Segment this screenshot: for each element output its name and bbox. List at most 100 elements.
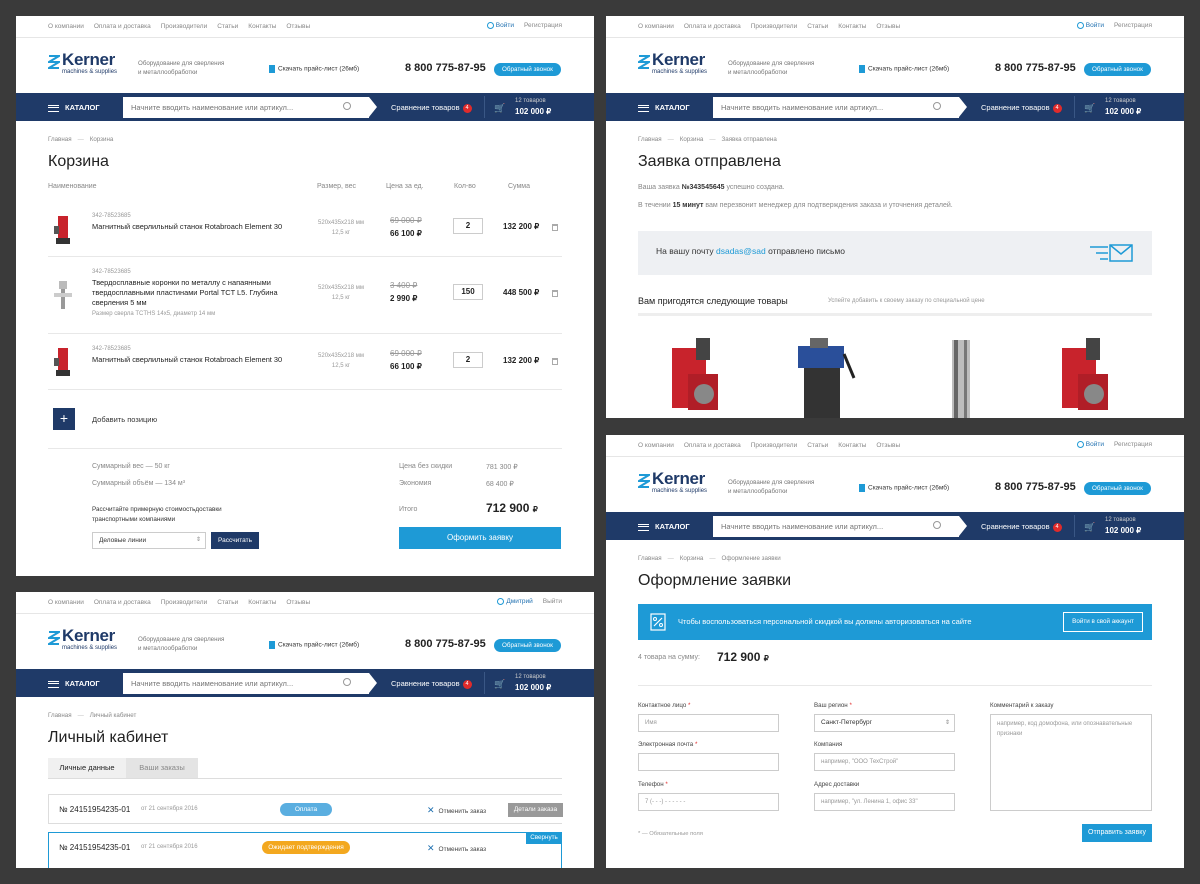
tab-orders[interactable]: Ваши заказы — [126, 758, 198, 778]
price-list-label[interactable]: Скачать прайс-лист (26мб) — [278, 642, 359, 649]
callback-button[interactable]: Обратный звонок — [1084, 63, 1151, 76]
email-link[interactable]: dsadas@sad — [716, 246, 766, 256]
collapse-button[interactable]: Свернуть — [526, 832, 562, 844]
delete-icon[interactable] — [552, 290, 558, 297]
cancel-label[interactable]: Отменить заказ — [439, 846, 487, 853]
compare-label[interactable]: Сравнение товаров — [981, 103, 1050, 112]
catalog-button[interactable]: КАТАЛОГ — [638, 103, 690, 112]
checkout-button[interactable]: Оформить заявку — [399, 527, 561, 549]
crumb-home[interactable]: Главная — [638, 136, 662, 143]
order-details-button[interactable]: Детали заказа — [508, 803, 563, 817]
top-link[interactable]: Контакты — [248, 23, 276, 30]
add-position-label[interactable]: Добавить позицию — [92, 415, 157, 424]
top-link[interactable]: О компании — [638, 23, 674, 30]
user-name[interactable]: Дмитрий — [506, 598, 532, 605]
callback-button[interactable]: Обратный звонок — [494, 63, 561, 76]
top-link[interactable]: О компании — [48, 23, 84, 30]
price-list-link[interactable]: Скачать прайс-лист (26мб) — [859, 65, 949, 73]
crumb-cart[interactable]: Корзина — [680, 555, 704, 562]
price-list-link[interactable]: Скачать прайс-лист (26мб) — [269, 641, 359, 649]
search-input[interactable] — [123, 673, 369, 694]
submit-order-button[interactable]: Отправить заявку — [1082, 824, 1152, 842]
quantity-input[interactable]: 150 — [453, 284, 483, 300]
search-icon[interactable] — [933, 102, 941, 110]
cancel-order-link[interactable]: ✕ Отменить заказ — [427, 805, 486, 816]
price-list-label[interactable]: Скачать прайс-лист (26мб) — [868, 66, 949, 73]
phone[interactable]: 8 800 775-87-95 — [995, 481, 1076, 493]
address-input[interactable]: например, "ул. Ленина 1, офис 33" — [814, 793, 955, 811]
calculate-button[interactable]: Рассчитать — [211, 532, 259, 549]
carrier-select[interactable]: Деловые линии ⇕ — [92, 532, 206, 549]
register-link[interactable]: Регистрация — [524, 22, 562, 29]
top-link[interactable]: Производители — [751, 23, 798, 30]
search-icon[interactable] — [343, 102, 351, 110]
top-link[interactable]: Производители — [751, 442, 798, 449]
top-link[interactable]: Производители — [161, 23, 208, 30]
price-list-link[interactable]: Скачать прайс-лист (26мб) — [859, 484, 949, 492]
user-link[interactable]: Дмитрий — [497, 598, 533, 605]
cart-widget[interactable]: 🛒 12 товаров 102 000 ₽ — [1074, 96, 1141, 118]
logout-link[interactable]: Выйти — [543, 598, 562, 605]
top-link[interactable]: Статьи — [807, 442, 828, 449]
top-link[interactable]: Статьи — [217, 23, 238, 30]
delete-icon[interactable] — [552, 224, 558, 231]
cart-widget[interactable]: 🛒 12 товаров 102 000 ₽ — [484, 672, 551, 694]
phone[interactable]: 8 800 775-87-95 — [405, 638, 486, 650]
price-list-link[interactable]: Скачать прайс-лист (26мб) — [269, 65, 359, 73]
login-label[interactable]: Войти — [1086, 22, 1104, 29]
region-select[interactable]: Санкт-Петербург ⇕ — [814, 714, 955, 732]
top-link[interactable]: Производители — [161, 599, 208, 606]
callback-button[interactable]: Обратный звонок — [1084, 482, 1151, 495]
product-name[interactable]: Твердосплавные коронки по металлу с напа… — [92, 278, 292, 308]
top-link[interactable]: Контакты — [838, 442, 866, 449]
top-link[interactable]: О компании — [638, 442, 674, 449]
catalog-label[interactable]: КАТАЛОГ — [65, 679, 100, 688]
top-link[interactable]: Оплата и доставка — [684, 23, 741, 30]
quantity-input[interactable]: 2 — [453, 218, 483, 234]
order-number[interactable]: № 24151954235-01 — [59, 843, 130, 852]
compare-label[interactable]: Сравнение товаров — [391, 103, 460, 112]
login-link[interactable]: Войти — [1076, 22, 1104, 29]
top-link[interactable]: Отзывы — [286, 599, 310, 606]
compare-link[interactable]: Сравнение товаров 4 — [391, 679, 472, 689]
top-link[interactable]: Оплата и доставка — [94, 599, 151, 606]
top-link[interactable]: Статьи — [807, 23, 828, 30]
search-icon[interactable] — [933, 521, 941, 529]
top-link[interactable]: Отзывы — [876, 442, 900, 449]
top-link[interactable]: Оплата и доставка — [94, 23, 151, 30]
product-card-image[interactable] — [788, 334, 868, 418]
crumb-cart[interactable]: Корзина — [680, 136, 704, 143]
product-card-image[interactable] — [658, 334, 738, 418]
top-link[interactable]: Контакты — [248, 599, 276, 606]
top-link[interactable]: Контакты — [838, 23, 866, 30]
login-link[interactable]: Войти — [1076, 441, 1104, 448]
catalog-label[interactable]: КАТАЛОГ — [655, 103, 690, 112]
contact-input[interactable]: Имя — [638, 714, 779, 732]
crumb-home[interactable]: Главная — [48, 712, 72, 719]
phone-input[interactable]: 7 (- - -) - - - - - - — [638, 793, 779, 811]
compare-label[interactable]: Сравнение товаров — [981, 522, 1050, 531]
price-list-label[interactable]: Скачать прайс-лист (26мб) — [868, 485, 949, 492]
top-link[interactable]: Оплата и доставка — [684, 442, 741, 449]
order-number[interactable]: № 24151954235-01 — [59, 805, 130, 814]
email-input[interactable] — [638, 753, 779, 771]
register-link[interactable]: Регистрация — [1114, 22, 1152, 29]
compare-link[interactable]: Сравнение товаров 4 — [981, 522, 1062, 532]
delete-icon[interactable] — [552, 358, 558, 365]
phone[interactable]: 8 800 775-87-95 — [405, 62, 486, 74]
company-input[interactable]: например, "ООО ТехСтрой" — [814, 753, 955, 771]
catalog-label[interactable]: КАТАЛОГ — [655, 522, 690, 531]
top-link[interactable]: Отзывы — [286, 23, 310, 30]
product-image[interactable] — [50, 344, 76, 378]
add-position-button[interactable]: + — [53, 408, 75, 430]
compare-link[interactable]: Сравнение товаров 4 — [981, 103, 1062, 113]
phone[interactable]: 8 800 775-87-95 — [995, 62, 1076, 74]
product-image[interactable] — [50, 212, 76, 246]
login-account-button[interactable]: Войти в свой аккаунт — [1063, 612, 1143, 632]
cancel-order-link[interactable]: ✕ Отменить заказ — [427, 843, 486, 854]
callback-button[interactable]: Обратный звонок — [494, 639, 561, 652]
login-label[interactable]: Войти — [1086, 441, 1104, 448]
product-card-image[interactable] — [918, 334, 998, 418]
product-card-image[interactable] — [1048, 334, 1128, 418]
comment-textarea[interactable]: например, код домофона, или опознаватель… — [990, 714, 1152, 811]
